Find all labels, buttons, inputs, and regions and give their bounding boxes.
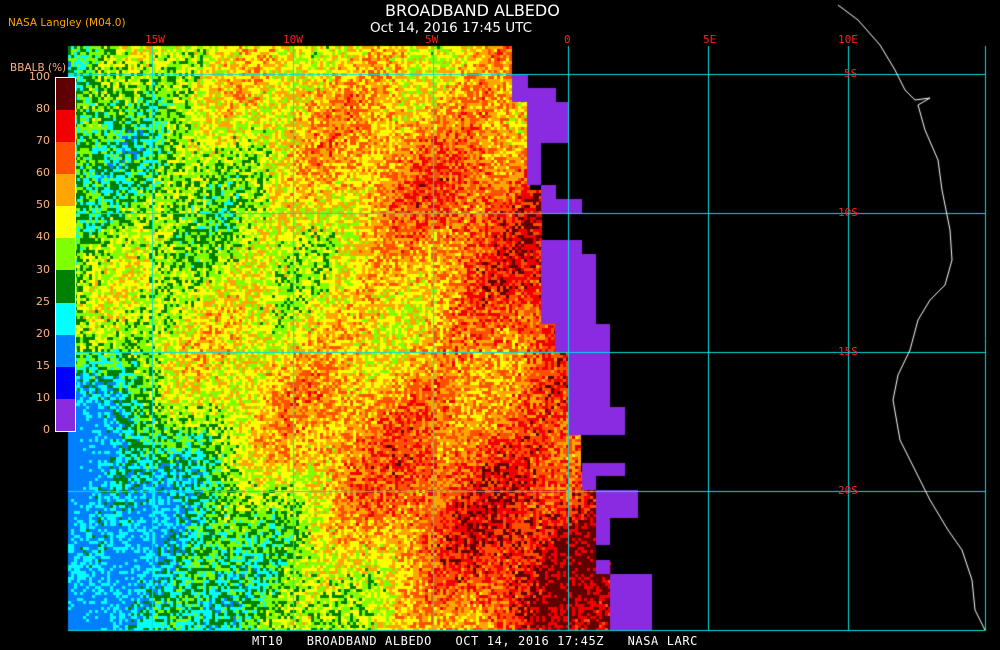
colorbar-label: 25	[36, 294, 50, 308]
colorbar-segment	[56, 270, 75, 303]
colorbar-segment	[56, 366, 75, 399]
colorbar-label: 40	[36, 230, 50, 244]
lon-label-15w: 15W	[145, 33, 165, 46]
colorbar-segment	[56, 238, 75, 271]
colorbar-segment	[56, 334, 75, 367]
colorbar-segment	[56, 302, 75, 335]
colorbar	[55, 77, 76, 432]
colorbar-segment	[56, 110, 75, 143]
colorbar-segment	[56, 206, 75, 239]
colorbar-label: 10	[36, 390, 50, 404]
colorbar-label: 15	[36, 358, 50, 372]
lon-label-0: 0	[564, 33, 571, 46]
map-timestamp: Oct 14, 2016 17:45 UTC	[370, 20, 532, 36]
colorbar-label: 0	[43, 422, 50, 436]
footer-caption: MT10 BROADBAND ALBEDO OCT 14, 2016 17:45…	[252, 634, 699, 648]
lon-label-5e: 5E	[703, 33, 717, 46]
colorbar-label: 70	[36, 134, 50, 148]
colorbar-label: 100	[29, 70, 50, 83]
colorbar-segment	[56, 78, 75, 111]
credit-label: NASA Langley (M04.0)	[8, 17, 126, 29]
lat-label-20s: 20S	[838, 484, 858, 497]
title-text: BROADBAND ALBEDO	[385, 1, 560, 20]
colorbar-label: 60	[36, 166, 50, 180]
colorbar-segment	[56, 398, 75, 431]
colorbar-segment	[56, 142, 75, 175]
lat-label-15s: 15S	[838, 345, 858, 358]
lat-label-5s: 5S	[844, 67, 858, 80]
lat-label-10s: 10S	[838, 206, 858, 219]
colorbar-segment	[56, 174, 75, 207]
lon-label-10e: 10E	[838, 33, 858, 46]
colorbar-label: 50	[36, 198, 50, 212]
colorbar-label: 80	[36, 102, 50, 116]
lon-label-10w: 10W	[283, 33, 303, 46]
colorbar-label: 20	[36, 326, 50, 340]
lon-label-5w: 5W	[425, 33, 439, 46]
albedo-map-image	[0, 0, 1000, 650]
colorbar-label: 30	[36, 262, 50, 276]
